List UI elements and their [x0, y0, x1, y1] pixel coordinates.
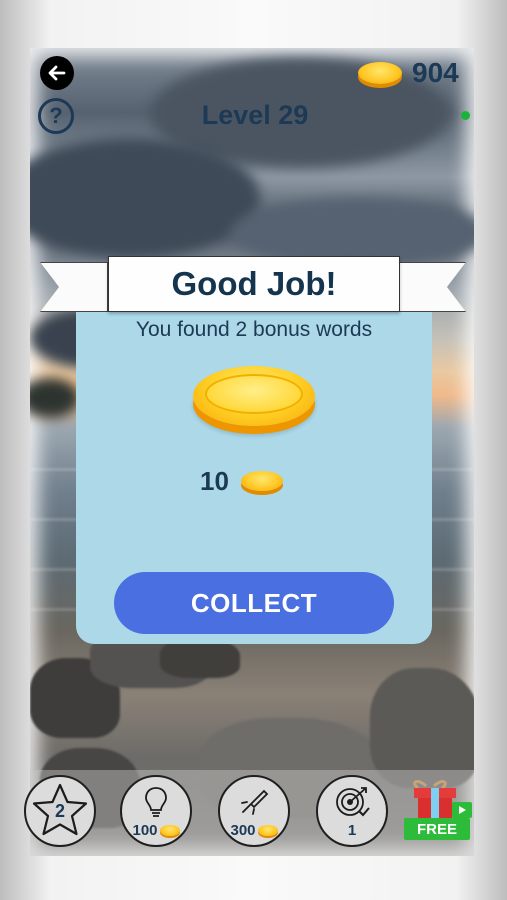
coin-icon [159, 825, 180, 836]
reward-amount-row: 10 [200, 464, 283, 498]
collect-label: COLLECT [190, 587, 318, 618]
star-booster-button[interactable]: 2 [24, 775, 96, 847]
rocket-cost: 300 [220, 822, 288, 839]
level-title: Level 29 [201, 100, 309, 130]
coin-icon [358, 62, 402, 84]
question-mark-icon: ? [49, 103, 63, 128]
hint-cost: 100 [122, 822, 190, 839]
coin-icon [240, 471, 283, 491]
big-coin-icon [193, 366, 315, 426]
lightbulb-icon [145, 787, 167, 817]
reward-amount: 10 [200, 465, 229, 496]
coin-balance: 904 [412, 57, 459, 88]
coin-counter: 904 [358, 56, 459, 90]
rocket-cost-value: 300 [230, 822, 256, 839]
ribbon-banner: Good Job! [108, 256, 400, 312]
free-badge: FREE [404, 818, 470, 840]
rocket-icon [241, 789, 269, 815]
status-indicator [461, 111, 470, 120]
hint-cost-value: 100 [132, 822, 158, 839]
target-booster-button[interactable]: 1 [316, 775, 388, 847]
target-icon [336, 787, 370, 817]
help-button[interactable]: ? [38, 98, 74, 134]
collect-button[interactable]: COLLECT [114, 572, 394, 634]
big-coin-face [205, 374, 303, 414]
back-button[interactable] [40, 56, 74, 90]
target-count: 1 [347, 822, 357, 839]
rock [160, 638, 240, 678]
coin-icon [257, 825, 278, 836]
star-count: 2 [54, 801, 65, 821]
bonus-message: You found 2 bonus words [135, 318, 373, 341]
dialog-title: Good Job! [171, 265, 337, 302]
hint-booster-button[interactable]: 100 [120, 775, 192, 847]
free-label: FREE [416, 820, 457, 838]
arrow-left-icon [48, 65, 66, 81]
tree-silhouette [30, 378, 80, 418]
rocket-booster-button[interactable]: 300 [218, 775, 290, 847]
